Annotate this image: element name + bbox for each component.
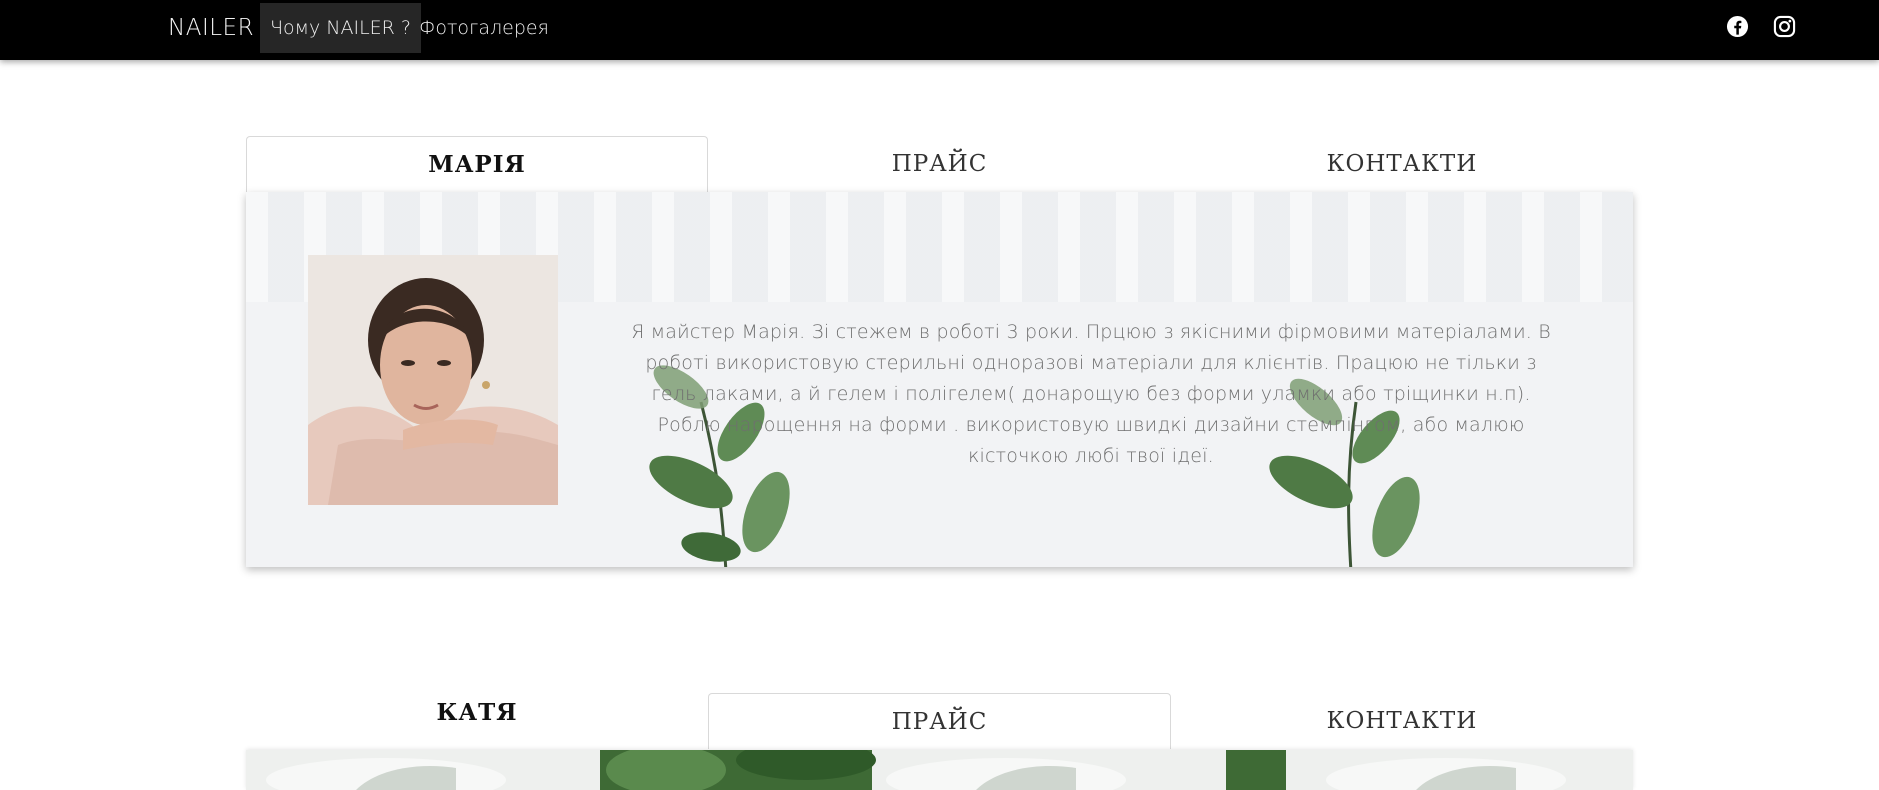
tab-mariya[interactable]: МАРІЯ [246,136,708,192]
facebook-icon [1726,15,1749,38]
nav-link-why-nailer[interactable]: Чому NAILER ? [260,3,421,53]
tab-contacts[interactable]: КОНТАКТИ [1171,693,1633,749]
facebook-link[interactable] [1726,15,1749,38]
tab-price[interactable]: ПРАЙС [708,693,1171,749]
instagram-icon [1773,15,1796,38]
tab-katya[interactable]: КАТЯ [246,685,708,741]
master-bio-card-katya [246,750,1633,790]
nav-link-photo-gallery[interactable]: Фотогалерея [409,3,559,53]
tab-price[interactable]: ПРАЙС [708,136,1171,192]
tab-contacts[interactable]: КОНТАКТИ [1171,136,1633,192]
master-bio-card: Я майстер Марія. Зі стежем в роботі 3 ро… [246,192,1633,567]
master-portrait-image [308,255,558,505]
instagram-link[interactable] [1773,15,1796,38]
top-navbar: NAILER Чому NAILER ? Фотогалерея [0,0,1879,60]
card-leaf-background [246,750,1633,790]
master-bio-text: Я майстер Марія. Зі стежем в роботі 3 ро… [631,321,1551,467]
brand-logo-link[interactable]: NAILER [168,12,254,44]
